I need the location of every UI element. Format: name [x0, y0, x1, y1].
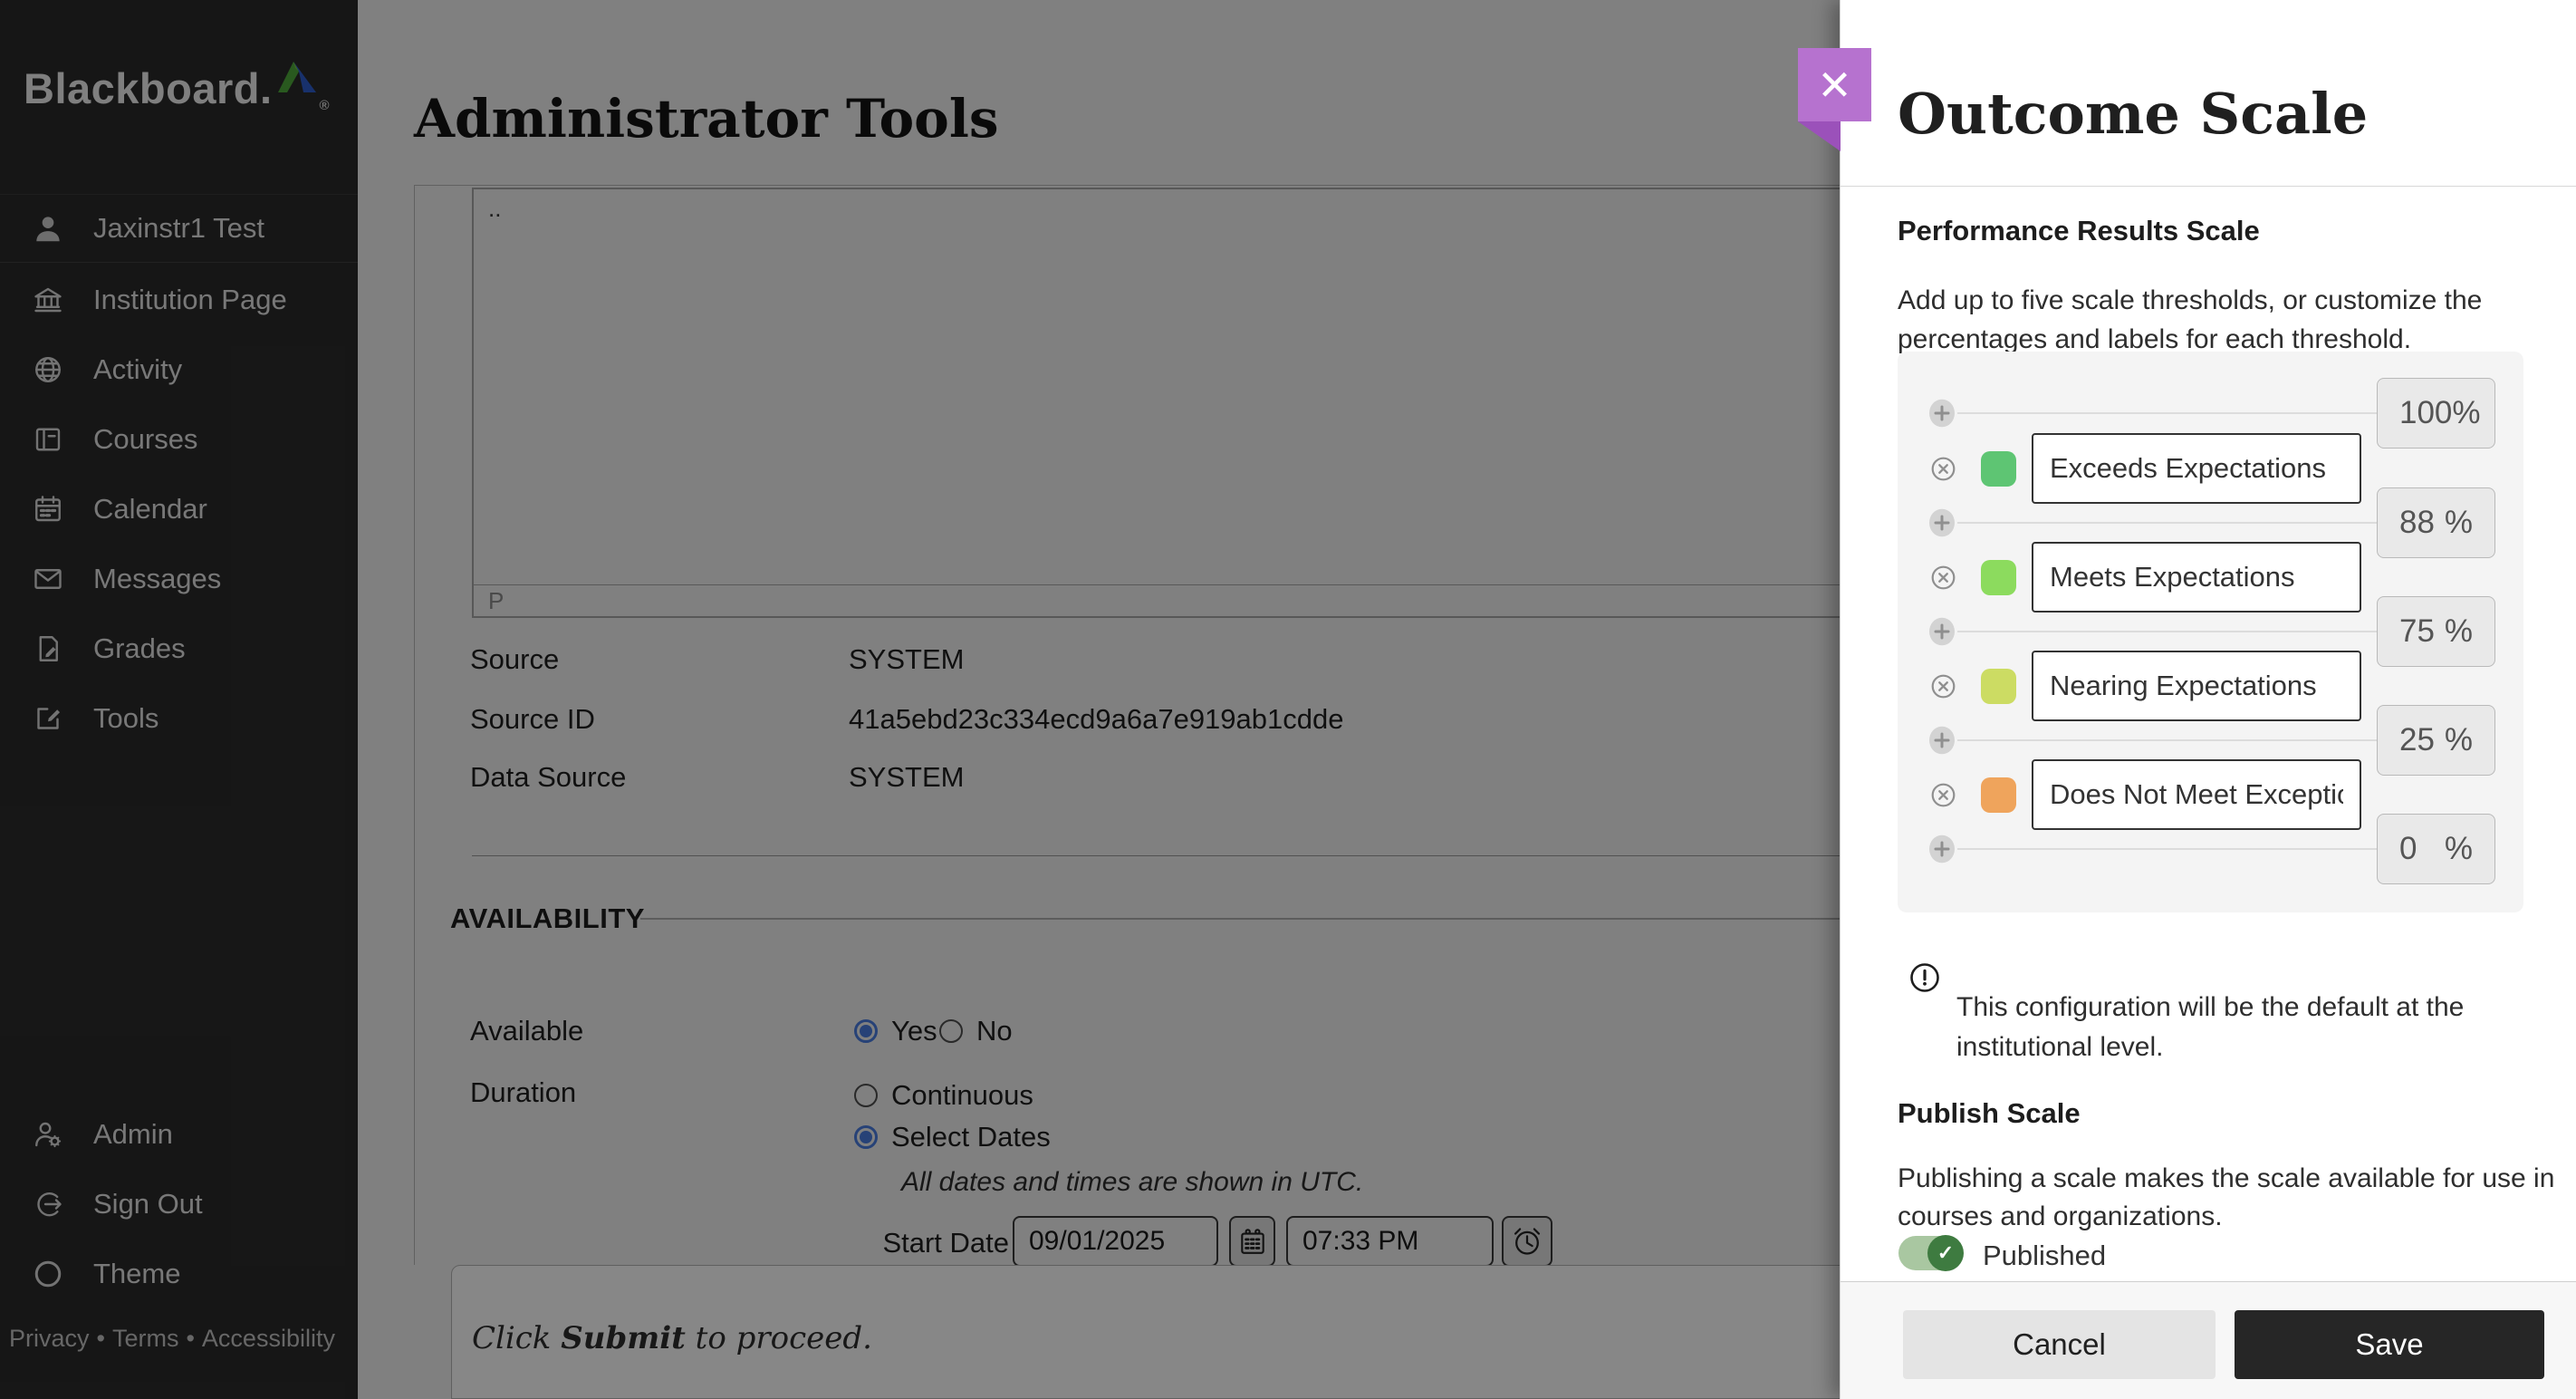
close-icon: ✕ — [1817, 61, 1852, 110]
panel-title: Outcome Scale — [1898, 81, 2368, 147]
level-color-swatch[interactable] — [1981, 777, 2016, 813]
percent-value: 88 — [2399, 505, 2435, 541]
percent-value: 25 — [2399, 722, 2435, 758]
threshold-connector-line — [1957, 739, 2377, 741]
screen: Blackboard. ® Jaxinstr1 Test Institution… — [0, 0, 2576, 1399]
add-threshold-button[interactable] — [1928, 508, 1956, 537]
level-label-input[interactable] — [2032, 433, 2361, 504]
publish-scale-heading: Publish Scale — [1898, 1097, 2081, 1130]
add-threshold-button[interactable] — [1928, 726, 1956, 755]
cancel-button[interactable]: Cancel — [1903, 1310, 2216, 1379]
published-toggle[interactable]: ✓ — [1898, 1236, 1963, 1270]
info-alert-icon — [1909, 962, 1940, 998]
threshold-connector-line — [1957, 522, 2377, 524]
percent-value: 100 — [2399, 395, 2452, 431]
add-threshold-button[interactable] — [1928, 399, 1956, 428]
close-panel-button[interactable]: ✕ — [1798, 48, 1871, 121]
scale-description: Add up to five scale thresholds, or cust… — [1898, 281, 2532, 359]
x-circle-icon — [1931, 457, 1956, 481]
publish-description: Publishing a scale makes the scale avail… — [1898, 1160, 2572, 1236]
percent-sign: % — [2452, 395, 2480, 431]
percent-value: 0 — [2399, 831, 2417, 867]
plus-circle-icon — [1928, 617, 1956, 646]
remove-level-button[interactable] — [1931, 565, 1956, 590]
add-threshold-button[interactable] — [1928, 835, 1956, 864]
plus-circle-icon — [1928, 508, 1956, 537]
threshold-connector-line — [1957, 412, 2377, 414]
scale-thresholds-card: 100 % 88 % 75 — [1898, 352, 2523, 912]
x-circle-icon — [1931, 565, 1956, 590]
default-config-note: This configuration will be the default a… — [1956, 988, 2554, 1067]
percent-sign: % — [2445, 505, 2473, 541]
level-color-swatch[interactable] — [1981, 560, 2016, 595]
x-circle-icon — [1931, 783, 1956, 807]
outcome-scale-panel: ✕ Outcome Scale Performance Results Scal… — [1840, 0, 2576, 1399]
level-label-input[interactable] — [2032, 759, 2361, 830]
scale-level-row — [1898, 433, 2523, 504]
threshold-connector-line — [1957, 848, 2377, 850]
percent-value: 75 — [2399, 613, 2435, 650]
published-label: Published — [1983, 1240, 2106, 1272]
remove-level-button[interactable] — [1931, 457, 1956, 481]
panel-footer: Cancel Save — [1841, 1281, 2576, 1399]
remove-level-button[interactable] — [1931, 783, 1956, 807]
add-threshold-button[interactable] — [1928, 617, 1956, 646]
percent-sign: % — [2445, 722, 2473, 758]
plus-circle-icon — [1928, 835, 1956, 864]
scale-level-row — [1898, 759, 2523, 830]
performance-scale-heading: Performance Results Scale — [1898, 215, 2260, 247]
toggle-knob-check-icon: ✓ — [1927, 1235, 1964, 1271]
percent-sign: % — [2445, 831, 2473, 867]
x-circle-icon — [1931, 674, 1956, 699]
threshold-connector-line — [1957, 631, 2377, 632]
remove-level-button[interactable] — [1931, 674, 1956, 699]
level-color-swatch[interactable] — [1981, 669, 2016, 704]
panel-divider — [1841, 186, 2576, 187]
save-button[interactable]: Save — [2235, 1310, 2544, 1379]
scale-level-row — [1898, 542, 2523, 613]
plus-circle-icon — [1928, 399, 1956, 428]
level-label-input[interactable] — [2032, 542, 2361, 613]
level-color-swatch[interactable] — [1981, 451, 2016, 487]
plus-circle-icon — [1928, 726, 1956, 755]
scale-level-row — [1898, 651, 2523, 721]
percent-sign: % — [2445, 613, 2473, 650]
level-label-input[interactable] — [2032, 651, 2361, 721]
